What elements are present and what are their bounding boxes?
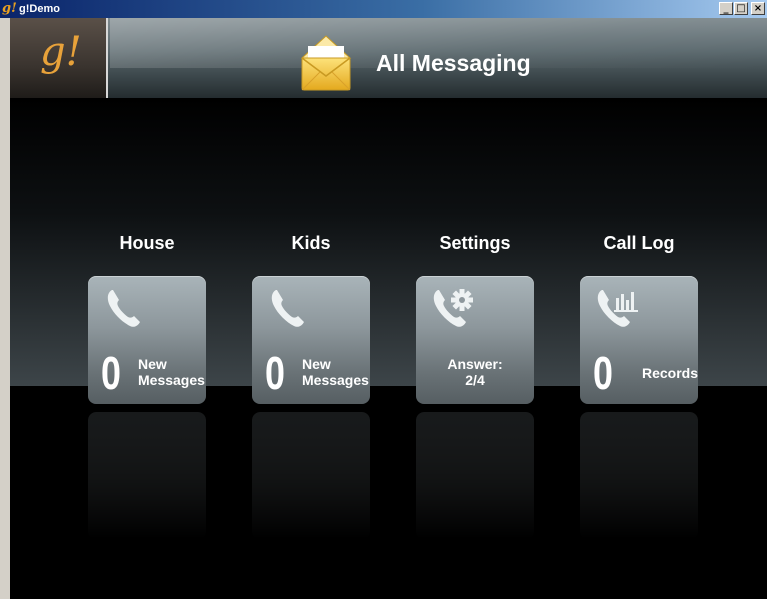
category-label-settings: Settings — [439, 233, 511, 253]
app-logo-icon: g! — [2, 1, 17, 16]
phone-icon — [271, 290, 304, 327]
call-log-tile-reflection — [580, 412, 698, 540]
kids-caption-line2: Messages — [302, 372, 369, 388]
call-log-record-count: 0 — [593, 347, 613, 399]
house-caption-line2: Messages — [138, 372, 205, 388]
settings-caption-line1: Answer: — [447, 356, 503, 372]
settings-caption-line2: 2/4 — [465, 372, 485, 388]
app-client-area: g! All Messaging House Kids Settings Cal… — [10, 18, 767, 599]
kids-tile-caption: New Messages — [302, 356, 369, 388]
house-tile-reflection — [88, 412, 206, 540]
category-label-kids: Kids — [291, 233, 331, 253]
title-bar[interactable]: g! g!Demo _ □ × — [0, 0, 767, 18]
kids-message-count: 0 — [265, 347, 285, 399]
phone-icon — [107, 290, 140, 327]
category-label-call-log: Call Log — [603, 233, 675, 253]
call-log-caption: Records — [642, 365, 699, 381]
house-tile-caption: New Messages — [138, 356, 205, 388]
envelope-icon — [300, 35, 352, 91]
kids-tile[interactable]: 0 New Messages — [252, 276, 370, 404]
house-message-count: 0 — [101, 347, 121, 399]
minimize-button[interactable]: _ — [719, 2, 733, 15]
logo-text: g! — [40, 29, 82, 75]
kids-tile-reflection — [252, 412, 370, 540]
house-caption-line1: New — [138, 356, 167, 372]
logo-button[interactable]: g! — [10, 18, 106, 98]
kids-caption-line1: New — [302, 356, 331, 372]
settings-tile-reflection — [416, 412, 534, 540]
app-window: g! g!Demo _ □ × g! All Messaging House K… — [0, 0, 767, 599]
maximize-button[interactable]: □ — [734, 2, 748, 15]
phone-gear-icon — [433, 289, 473, 327]
category-label-house: House — [119, 233, 175, 253]
header-bar: g! All Messaging — [10, 18, 767, 98]
house-tile[interactable]: 0 New Messages — [88, 276, 206, 404]
logo-divider — [106, 18, 108, 98]
close-button[interactable]: × — [751, 2, 765, 15]
window-title: g!Demo — [19, 3, 60, 15]
call-log-tile[interactable]: 0 Records — [580, 276, 698, 404]
phone-bars-icon — [597, 290, 638, 327]
page-title: All Messaging — [376, 50, 531, 76]
settings-tile-caption: Answer: 2/4 — [416, 356, 534, 388]
settings-tile[interactable]: Answer: 2/4 — [416, 276, 534, 404]
